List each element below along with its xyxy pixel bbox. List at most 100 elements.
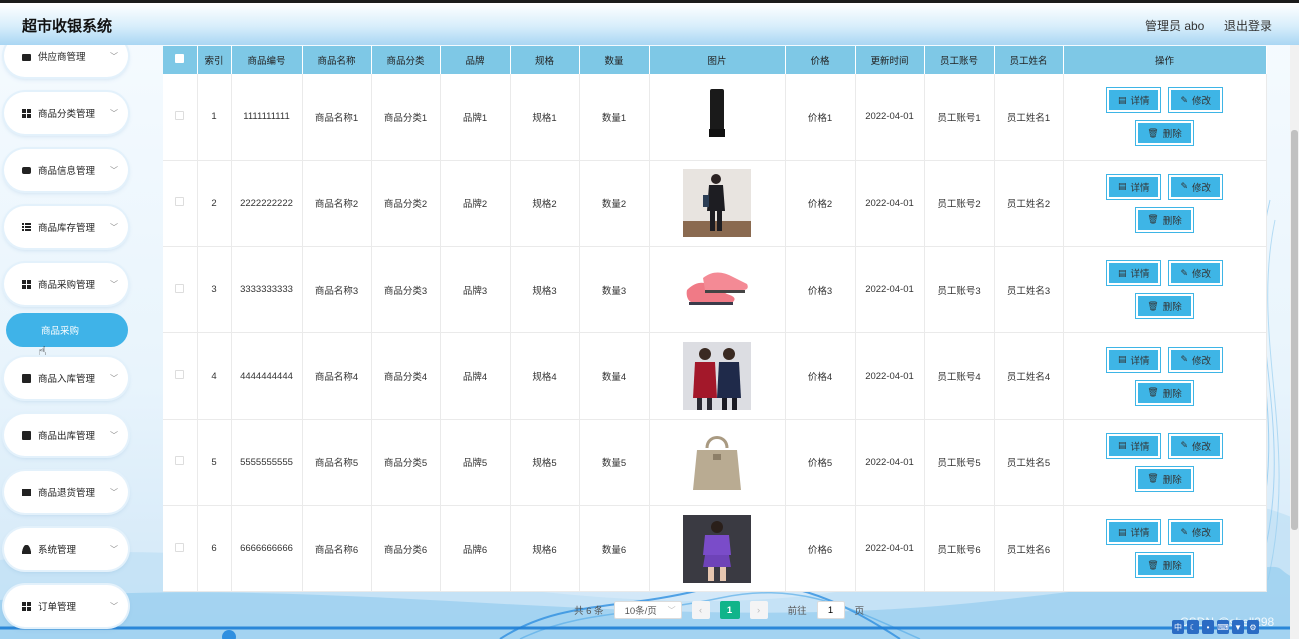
delete-button[interactable]: 🗑 删除 — [1135, 379, 1194, 406]
vertical-scrollbar[interactable] — [1290, 45, 1299, 639]
data-table-panel: 索引 商品编号 商品名称 商品分类 品牌 规格 数量 图片 价格 更新时间 员工… — [163, 46, 1267, 593]
edit-button-label: 修改 — [1192, 441, 1212, 453]
row-select-cell[interactable] — [163, 419, 198, 506]
cell-emp-account: 员工账号2 — [924, 160, 995, 248]
select-all-checkbox[interactable] — [175, 54, 185, 63]
submenu-item-purchase[interactable]: 商品采购 — [6, 313, 128, 347]
cell-emp-account: 员工账号4 — [924, 332, 995, 420]
page-number-current[interactable]: 1 — [719, 601, 740, 619]
chevron-down-icon: ﹀ — [110, 544, 118, 554]
document-icon: ▤ — [1117, 354, 1127, 365]
edit-button[interactable]: ✎ 修改 — [1168, 87, 1224, 114]
sidebar-item-label: 系统管理 — [38, 545, 77, 556]
row-select-cell[interactable] — [163, 160, 198, 248]
two-women-image — [683, 342, 751, 411]
delete-button-label: 删除 — [1162, 474, 1182, 486]
system-tray: 中 ☾ • ⌨ ▼ ⚙ — [1172, 620, 1259, 636]
row-checkbox[interactable] — [175, 283, 185, 293]
delete-button[interactable]: 🗑 删除 — [1135, 465, 1194, 492]
delete-button[interactable]: 🗑 删除 — [1135, 552, 1194, 579]
delete-button-label: 删除 — [1162, 215, 1182, 227]
sidebar-item-orders[interactable]: 订单管理 ﹀ — [4, 585, 128, 627]
cell-actions: ▤ 详情 ✎ 修改 🗑 删除 — [1063, 246, 1267, 334]
cell-spec: 规格1 — [510, 74, 580, 161]
row-select-cell[interactable] — [163, 74, 198, 161]
cell-emp-name: 员工姓名1 — [994, 74, 1064, 161]
cell-actions: ▤ 详情 ✎ 修改 🗑 删除 — [1063, 332, 1267, 420]
document-icon: ▤ — [1117, 181, 1127, 192]
detail-button[interactable]: ▤ 详情 — [1105, 432, 1162, 459]
delete-button-label: 删除 — [1162, 388, 1182, 400]
cell-emp-account: 员工账号3 — [924, 246, 995, 334]
cell-name: 商品名称6 — [302, 505, 372, 593]
cell-qty: 数量2 — [579, 160, 650, 248]
goto-label: 前往 — [787, 606, 807, 617]
detail-button-label: 详情 — [1130, 182, 1150, 194]
trash-icon: 🗑 — [1147, 300, 1159, 311]
col-header: 商品名称 — [302, 46, 372, 74]
sidebar-item-stock-in[interactable]: 商品入库管理 ﹀ — [4, 357, 128, 399]
cell-actions: ▤ 详情 ✎ 修改 🗑 删除 — [1063, 74, 1267, 161]
scrollbar-thumb[interactable] — [1291, 130, 1298, 530]
row-select-cell[interactable] — [163, 332, 198, 420]
cell-brand: 品牌5 — [440, 419, 511, 506]
cell-qty: 数量6 — [579, 505, 650, 593]
total-count: 共 6 条 — [574, 606, 604, 617]
delete-button[interactable]: 🗑 删除 — [1135, 206, 1194, 233]
edit-button[interactable]: ✎ 修改 — [1168, 432, 1224, 459]
handbag-image — [683, 428, 751, 497]
row-checkbox[interactable] — [175, 110, 185, 120]
edit-button[interactable]: ✎ 修改 — [1168, 173, 1224, 200]
cell-actions: ▤ 详情 ✎ 修改 🗑 删除 — [1063, 419, 1267, 506]
fashion-model-image — [683, 169, 751, 238]
sidebar-item-stock-out[interactable]: 商品出库管理 ﹀ — [4, 414, 128, 456]
page-size-select[interactable]: 10条/页 ﹀ — [613, 601, 682, 619]
cell-code: 5555555555 — [231, 419, 303, 506]
logout-link[interactable]: 退出登录 — [1224, 17, 1272, 34]
delete-button[interactable]: 🗑 删除 — [1135, 293, 1194, 320]
detail-button[interactable]: ▤ 详情 — [1105, 87, 1162, 114]
cell-image — [649, 332, 786, 420]
cell-brand: 品牌6 — [440, 505, 511, 593]
chevron-down-icon: ﹀ — [110, 165, 118, 175]
cell-emp-name: 员工姓名3 — [994, 246, 1064, 334]
sidebar-item-product-info[interactable]: 商品信息管理 ﹀ — [4, 149, 128, 191]
edit-button[interactable]: ✎ 修改 — [1168, 346, 1224, 373]
chevron-down-icon: ﹀ — [110, 373, 118, 383]
sidebar-item-system[interactable]: 系统管理 ﹀ — [4, 528, 128, 570]
row-select-cell[interactable] — [163, 246, 198, 334]
row-checkbox[interactable] — [175, 370, 185, 380]
edit-button[interactable]: ✎ 修改 — [1168, 260, 1224, 287]
cell-updated: 2022-04-01 — [855, 160, 925, 248]
edit-button-label: 修改 — [1192, 96, 1212, 108]
row-checkbox[interactable] — [175, 542, 185, 552]
select-all-header[interactable] — [163, 46, 198, 74]
goto-page-input[interactable] — [816, 601, 845, 619]
sidebar-item-returns[interactable]: 商品退货管理 ﹀ — [4, 471, 128, 513]
sidebar: 供应商管理 ﹀ 商品分类管理 ﹀ 商品信息管理 ﹀ 商品库存管理 ﹀ 商品采购管… — [0, 35, 135, 639]
detail-button[interactable]: ▤ 详情 — [1105, 260, 1162, 287]
cell-spec: 规格2 — [510, 160, 580, 248]
pencil-icon: ✎ — [1180, 526, 1189, 537]
cell-emp-name: 员工姓名2 — [994, 160, 1064, 248]
sidebar-item-purchase[interactable]: 商品采购管理 ﹀ — [4, 263, 128, 305]
detail-button[interactable]: ▤ 详情 — [1105, 346, 1162, 373]
cell-index: 6 — [197, 505, 232, 593]
sneaker-image — [683, 255, 751, 324]
cell-index: 1 — [197, 74, 232, 161]
cell-name: 商品名称5 — [302, 419, 372, 506]
row-select-cell[interactable] — [163, 505, 198, 593]
delete-button-label: 删除 — [1162, 561, 1182, 573]
detail-button[interactable]: ▤ 详情 — [1105, 519, 1162, 546]
delete-button[interactable]: 🗑 删除 — [1135, 120, 1194, 147]
sidebar-item-category[interactable]: 商品分类管理 ﹀ — [4, 92, 128, 134]
cell-brand: 品牌2 — [440, 160, 511, 248]
row-checkbox[interactable] — [175, 197, 185, 207]
table-row: 4 4444444444 商品名称4 商品分类4 品牌4 规格4 数量4 价格4 2022-04… — [163, 332, 1267, 420]
sidebar-item-inventory[interactable]: 商品库存管理 ﹀ — [4, 206, 128, 248]
row-checkbox[interactable] — [175, 456, 185, 466]
detail-button[interactable]: ▤ 详情 — [1105, 173, 1162, 200]
next-page-button[interactable]: › — [749, 601, 768, 619]
edit-button[interactable]: ✎ 修改 — [1168, 519, 1224, 546]
prev-page-button[interactable]: ‹ — [691, 601, 710, 619]
